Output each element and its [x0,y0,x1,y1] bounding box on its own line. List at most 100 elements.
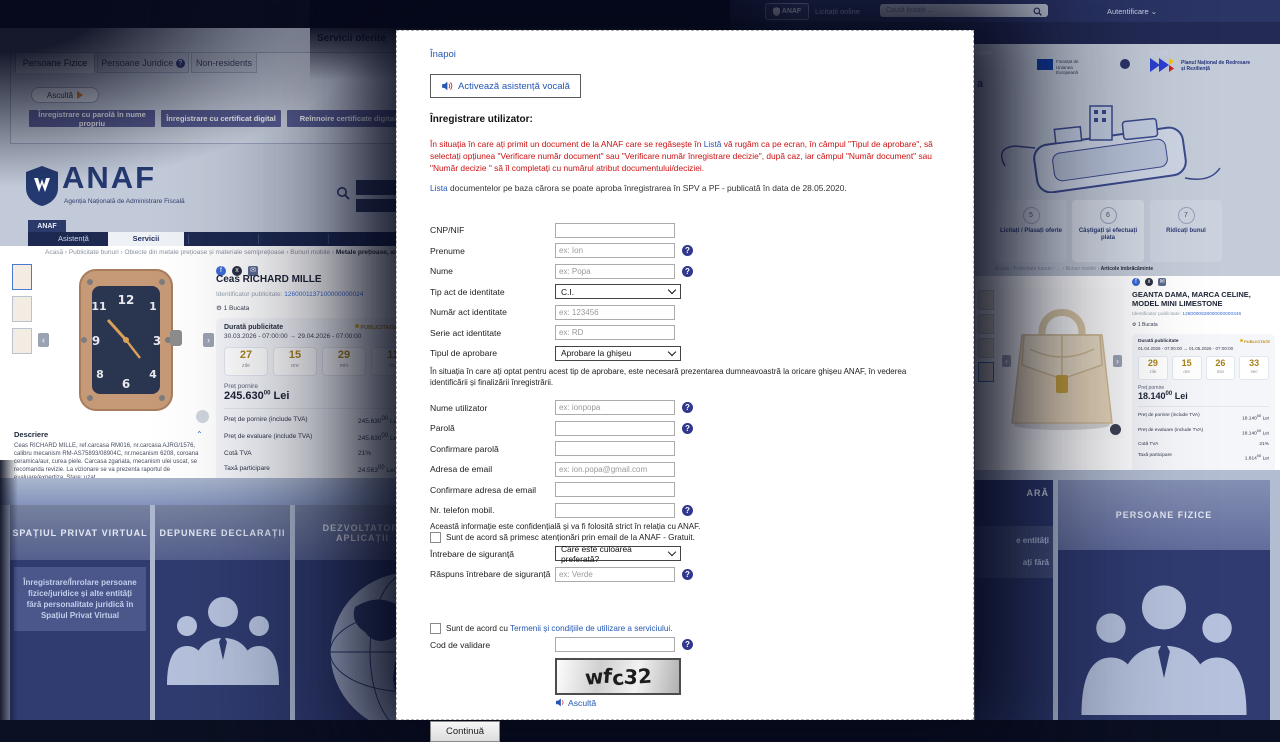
voice-assist-button[interactable]: Activează asistență vocală [430,74,581,98]
form-row-conf-email: Confirmare adresa de email [430,480,945,501]
validation-code-input[interactable] [555,637,675,652]
nav-item-servicii[interactable]: Servicii [108,232,184,246]
listing-quantity: ⚙ 1 Bucata [1132,322,1158,328]
thumbnail[interactable] [12,264,32,290]
nume-input[interactable] [555,264,675,279]
image-zoom-icon[interactable] [1110,424,1121,435]
countdown-cell: 33sec [1239,356,1269,380]
back-link[interactable]: Înapoi [430,49,456,60]
thumbnail[interactable] [12,296,32,322]
image-next-arrow[interactable]: › [203,333,214,347]
breadcrumb[interactable]: Acasă › Publicitate bunuri › … › Bunuri … [995,266,1153,272]
lista-link[interactable]: Listă [704,139,722,149]
email-input[interactable] [555,462,675,477]
form-row-nume-utilizator: Nume utilizator ? [430,398,945,419]
listen-button[interactable]: Ascultă [31,87,99,103]
svg-text:1: 1 [149,300,157,313]
prenume-input[interactable] [555,243,675,258]
image-prev-arrow[interactable]: ‹ [1002,355,1011,367]
eu-flag-logo [1037,59,1053,70]
captcha-listen-link[interactable]: Ascultă [555,697,945,708]
tile-depunere-declaratii[interactable]: DEPUNERE DECLARAȚII [155,505,290,720]
tile-spatiul-privat-virtual[interactable]: SPAȚIUL PRIVAT VIRTUAL Înregistrare/Înro… [10,505,150,720]
form-row-email: Adresa de email [430,459,945,480]
form-row-prenume: Prenume ? [430,241,945,262]
auction-search-input[interactable]: Caută licitații ... [880,4,1048,17]
help-icon[interactable]: ? [682,266,693,277]
search-icon[interactable] [336,186,350,200]
serie-act-input[interactable] [555,325,675,340]
password-input[interactable] [555,421,675,436]
security-question-select[interactable]: Care este culoarea preferată? [555,546,681,561]
image-prev-arrow[interactable]: ‹ [38,333,49,347]
register-password-button[interactable]: Înregistrare cu parolă în nume propriu [29,110,155,127]
help-icon[interactable]: ? [682,423,693,434]
thumbnail[interactable] [978,338,994,358]
help-icon[interactable]: ? [682,245,693,256]
thumbnail[interactable] [978,290,994,310]
numar-act-input[interactable] [555,305,675,320]
countdown-cell: 15ore [1172,356,1202,380]
publicity-badge: PUBLICITATE [355,324,396,331]
form-row-tip-act: Tip act de identitate C.I. [430,282,945,303]
confirm-email-input[interactable] [555,482,675,497]
thumbnail[interactable] [978,362,994,382]
phone-input[interactable] [555,503,675,518]
auction-header-bar: ANAF Licitații online Caută licitații ..… [695,0,1280,22]
email-share-icon[interactable]: ✉ [1158,278,1166,286]
tab-non-residents[interactable]: Non-residents [191,52,257,73]
confirm-password-input[interactable] [555,441,675,456]
listing-id-value[interactable]: 1260001137100000000024 [284,291,363,298]
lista-link[interactable]: Lista [430,183,448,193]
tip-aprobare-select[interactable]: Aprobare la ghișeu [555,346,681,361]
language-selector[interactable]: ⊕ RO ⌄ [1150,50,1176,58]
username-input[interactable] [555,400,675,415]
continue-button[interactable]: Continuă [430,721,500,742]
terms-checkbox[interactable] [430,623,441,634]
x-share-icon[interactable]: x [1145,278,1153,286]
search-icon[interactable] [1033,7,1042,16]
form-row-tip-aprobare: Tipul de aprobare Aprobare la ghișeu [430,343,945,364]
services-offered-title: Servicii oferite [317,33,386,44]
help-icon[interactable]: ? [682,402,693,413]
help-icon[interactable]: ? [682,639,693,650]
tip-act-select[interactable]: C.I. [555,284,681,299]
help-icon[interactable]: ? [682,569,693,580]
tab-persoane-juridice[interactable]: Persoane Juridice ? [97,52,189,73]
facebook-icon[interactable]: f [1132,278,1140,286]
form-row-nume: Nume ? [430,261,945,282]
aprobare-note: În situația în care ați optat pentru ace… [430,366,945,388]
product-image-watch: 12 1 11 9 3 8 4 6 [36,260,214,428]
renew-certificates-button[interactable]: Reînnoire certificate digitale [287,110,413,127]
thumbnail[interactable] [978,314,994,334]
publicity-badge: PUBLICITATE [1240,339,1270,344]
security-answer-input[interactable] [555,567,675,582]
listing-id-value[interactable]: 1260000828000000000346 [1182,312,1241,317]
gov-emblem-icon [1120,59,1130,69]
form-row-serie-act: Serie act identitate [430,323,945,344]
help-icon[interactable]: ? [682,505,693,516]
chevron-up-icon[interactable]: ⌃ [196,430,203,439]
step-licitati: 5 Licitați / Plasați oferte [995,200,1067,262]
image-zoom-icon[interactable] [196,410,209,423]
tile-text-box: Înregistrare/Înrolare persoane fizice/ju… [14,567,146,631]
countdown: 29zile 15ore 26min 33sec [1138,356,1269,380]
tab-persoane-fizice[interactable]: Persoane Fizice [15,52,95,73]
tile-persoane-fizice[interactable]: PERSOANE FIZICE [1058,480,1270,720]
thumbnail[interactable] [12,328,32,354]
price-row: Taxă participare1.81400 Lei [1138,450,1269,465]
pnrr-title: Planul Național de Redresare și Rezilien… [1181,60,1251,72]
cnp-input[interactable] [555,223,675,238]
image-next-arrow[interactable]: › [1113,355,1122,367]
register-certificate-button[interactable]: Înregistrare cu certificat digital [161,110,281,127]
anaf-brand-badge[interactable]: ANAF [765,3,809,20]
anaf-mini-tab[interactable]: ANAF [28,220,66,232]
form-row-conf-parola: Confirmare parolă [430,439,945,460]
step-castigati: 6 Câștigați și efectuați plata [1072,200,1144,262]
nav-item-asistenta[interactable]: Asistență [50,232,97,246]
agree-email-checkbox[interactable] [430,532,441,543]
captcha-image: wfc32 [555,658,681,695]
login-menu[interactable]: Autentificare ⌄ [1107,7,1157,16]
chevron-down-icon [668,348,676,356]
terms-link[interactable]: Termenii și condițiile de utilizare a se… [510,624,672,633]
